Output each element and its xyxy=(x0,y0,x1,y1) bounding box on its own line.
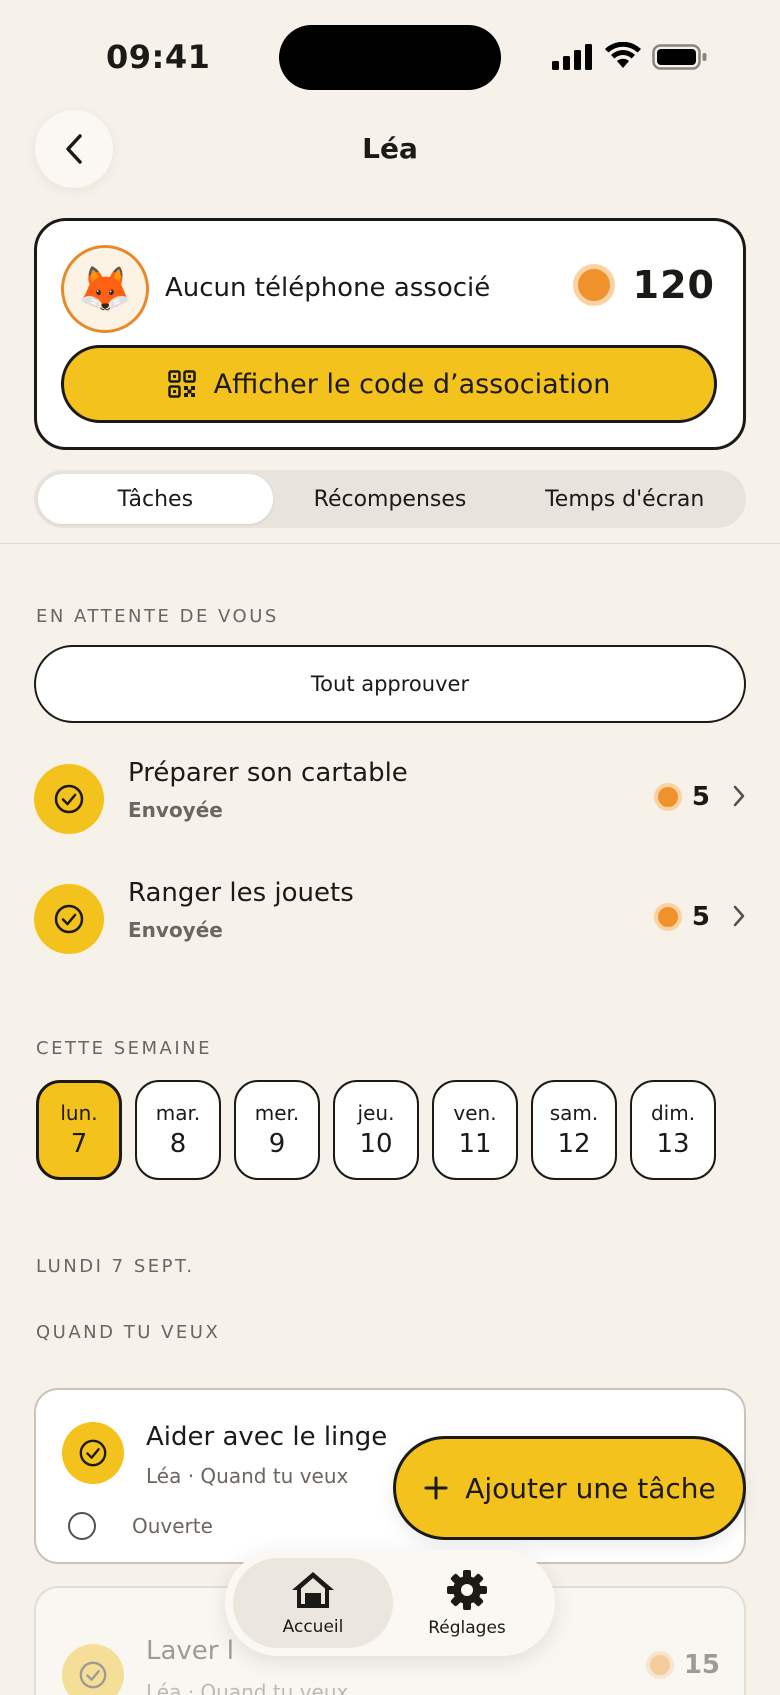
battery-icon xyxy=(652,44,707,70)
day-chip[interactable]: sam. 12 xyxy=(531,1080,617,1180)
task-title: Laver l xyxy=(146,1636,234,1666)
task-status: Envoyée xyxy=(128,918,223,942)
check-circle-icon xyxy=(79,1439,107,1467)
day-date: 7 xyxy=(70,1129,88,1159)
status-bar: 09:41 xyxy=(0,0,780,110)
tab-tasks[interactable]: Tâches xyxy=(38,474,273,524)
reward-amount: 15 xyxy=(683,1650,720,1680)
day-chip[interactable]: mer. 9 xyxy=(234,1080,320,1180)
check-circle-icon xyxy=(54,904,84,934)
coin-balance: 120 xyxy=(572,263,715,307)
day-date: 9 xyxy=(268,1129,286,1159)
task-check-badge xyxy=(34,884,104,954)
task-check-badge xyxy=(34,764,104,834)
task-state: Ouverte xyxy=(132,1514,213,1538)
task-meta: Léa · Quand tu veux xyxy=(146,1464,349,1488)
coin-icon xyxy=(653,783,682,811)
task-check-badge xyxy=(62,1644,124,1695)
day-name: lun. xyxy=(60,1101,98,1125)
day-name: mer. xyxy=(254,1101,300,1125)
anytime-group-label: QUAND TU VEUX xyxy=(36,1322,221,1343)
task-reward: 15 xyxy=(645,1650,720,1680)
segmented-tabs: Tâches Récompenses Temps d'écran xyxy=(34,470,746,528)
day-chip[interactable]: dim. 13 xyxy=(630,1080,716,1180)
bottom-tab-bar: Accueil Réglages xyxy=(225,1550,555,1656)
day-chip[interactable]: mar. 8 xyxy=(135,1080,221,1180)
task-reward: 5 xyxy=(653,902,710,932)
fox-avatar-icon: 🦊 xyxy=(77,264,133,315)
tab-home[interactable]: Accueil xyxy=(233,1558,393,1648)
day-date: 10 xyxy=(359,1129,393,1159)
check-circle-icon xyxy=(79,1661,107,1689)
qr-code-icon xyxy=(167,370,196,398)
dynamic-island xyxy=(279,25,501,90)
device-status-text: Aucun téléphone associé xyxy=(165,273,491,303)
gear-icon xyxy=(447,1570,487,1610)
open-status-circle-icon xyxy=(68,1512,96,1540)
task-meta: Léa · Quand tu veux xyxy=(146,1680,349,1695)
day-name: ven. xyxy=(453,1101,497,1125)
cellular-signal-icon xyxy=(552,44,592,70)
day-date: 13 xyxy=(656,1129,690,1159)
add-task-button[interactable]: Ajouter une tâche xyxy=(393,1436,746,1540)
tab-home-label: Accueil xyxy=(282,1617,344,1637)
selected-date-label: LUNDI 7 SEPT. xyxy=(36,1256,195,1277)
day-name: dim. xyxy=(650,1101,696,1125)
pair-button-label: Afficher le code d’association xyxy=(213,368,611,400)
coin-icon xyxy=(572,264,615,306)
status-time: 09:41 xyxy=(106,38,211,76)
day-chip[interactable]: jeu. 10 xyxy=(333,1080,419,1180)
chevron-right-icon xyxy=(733,905,745,927)
week-section-label: CETTE SEMAINE xyxy=(36,1038,212,1059)
day-date: 11 xyxy=(458,1129,492,1159)
task-reward: 5 xyxy=(653,782,710,812)
page-title: Léa xyxy=(362,132,418,165)
approve-all-button[interactable]: Tout approuver xyxy=(34,645,746,723)
home-icon xyxy=(292,1572,334,1608)
reward-amount: 5 xyxy=(691,782,710,812)
day-chip[interactable]: lun. 7 xyxy=(36,1080,122,1180)
day-date: 12 xyxy=(557,1129,591,1159)
task-title: Ranger les jouets xyxy=(128,878,354,908)
tab-settings-label: Réglages xyxy=(428,1618,506,1638)
coin-amount: 120 xyxy=(632,263,715,307)
task-check-badge xyxy=(62,1422,124,1484)
pending-task-row[interactable]: Ranger les jouets Envoyée 5 xyxy=(34,878,746,958)
task-title: Aider avec le linge xyxy=(146,1422,388,1452)
tab-rewards[interactable]: Récompenses xyxy=(273,474,508,524)
pending-task-row[interactable]: Préparer son cartable Envoyée 5 xyxy=(34,758,746,838)
day-chip[interactable]: ven. 11 xyxy=(432,1080,518,1180)
reward-amount: 5 xyxy=(691,902,710,932)
child-profile-card: 🦊 Aucun téléphone associé 120 Afficher l… xyxy=(34,218,746,450)
add-task-label: Ajouter une tâche xyxy=(465,1471,716,1505)
day-name: mar. xyxy=(155,1101,201,1125)
day-name: sam. xyxy=(549,1101,599,1125)
avatar[interactable]: 🦊 xyxy=(61,245,149,333)
pending-section-label: EN ATTENTE DE VOUS xyxy=(36,606,279,627)
coin-icon xyxy=(653,903,682,931)
task-title: Préparer son cartable xyxy=(128,758,408,788)
plus-icon xyxy=(424,1476,448,1500)
chevron-right-icon xyxy=(733,785,745,807)
week-day-picker: lun. 7 mar. 8 mer. 9 jeu. 10 ven. 11 sam… xyxy=(36,1080,716,1180)
task-status: Envoyée xyxy=(128,798,223,822)
check-circle-icon xyxy=(54,784,84,814)
show-pairing-code-button[interactable]: Afficher le code d’association xyxy=(61,345,717,423)
divider xyxy=(0,543,780,544)
tab-settings[interactable]: Réglages xyxy=(387,1558,547,1648)
day-date: 8 xyxy=(169,1129,187,1159)
day-name: jeu. xyxy=(357,1101,395,1125)
tab-screen-time[interactable]: Temps d'écran xyxy=(507,474,742,524)
coin-icon xyxy=(645,1651,674,1679)
wifi-icon xyxy=(605,42,641,68)
